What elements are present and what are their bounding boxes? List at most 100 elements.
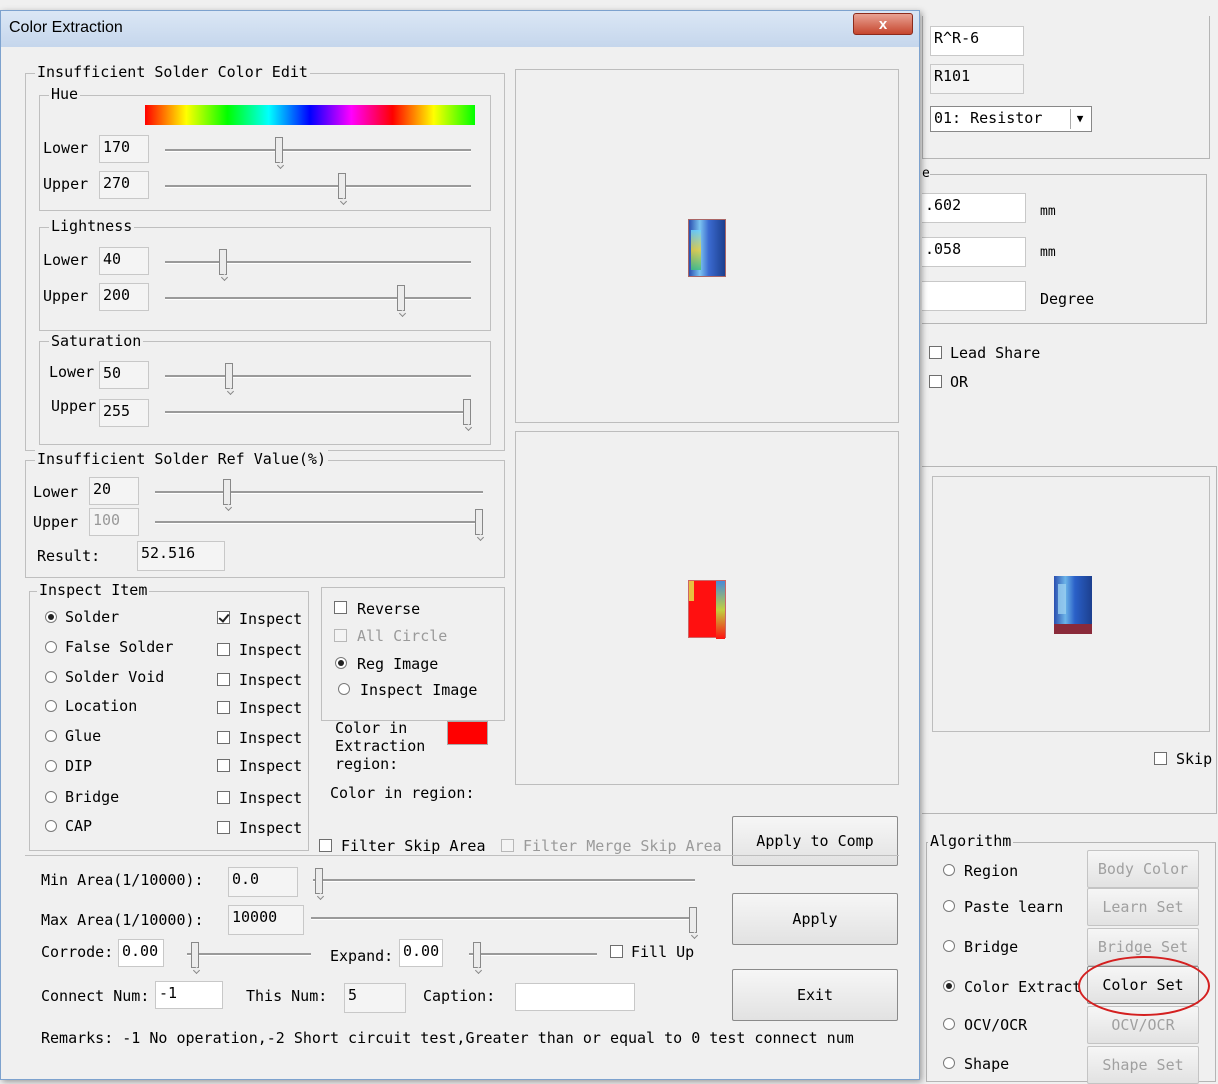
filter-skip-area-checkbox[interactable]: [319, 839, 332, 852]
exit-button[interactable]: Exit: [732, 969, 898, 1021]
ref-lower-slider-track[interactable]: [155, 491, 483, 494]
or-checkbox[interactable]: [929, 375, 942, 388]
corrode-slider-track[interactable]: [187, 953, 311, 956]
ref-upper-slider-track[interactable]: [155, 521, 483, 524]
lightness-lower-field[interactable]: 40: [99, 247, 149, 275]
max-area-slider-thumb[interactable]: [689, 907, 697, 933]
ref-upper-label: Upper: [33, 513, 79, 531]
lightness-upper-field[interactable]: 200: [99, 283, 149, 311]
corrode-slider-thumb[interactable]: [191, 942, 199, 968]
saturation-upper-slider-thumb[interactable]: [463, 399, 471, 425]
item-cap-radio[interactable]: [45, 820, 57, 832]
item-glue-radio[interactable]: [45, 730, 57, 742]
chevron-down-icon[interactable]: ▼: [1070, 109, 1089, 129]
ref-lower-field[interactable]: 20: [89, 477, 139, 505]
inspect-item-group: [29, 591, 309, 851]
reverse-checkbox[interactable]: [334, 601, 347, 614]
lightness-upper-slider-track[interactable]: [165, 297, 471, 300]
hue-upper-field[interactable]: 270: [99, 171, 149, 199]
saturation-upper-label: Upper: [51, 397, 97, 415]
angle-field[interactable]: [922, 281, 1026, 311]
item-bridge-radio[interactable]: [45, 791, 57, 803]
saturation-upper-field[interactable]: 255: [99, 399, 149, 427]
hue-lower-slider-thumb[interactable]: [275, 137, 284, 163]
item-bridge-inspect-checkbox[interactable]: [217, 791, 230, 804]
item-false-solder-radio[interactable]: [45, 641, 57, 653]
fill-up-checkbox[interactable]: [610, 945, 623, 958]
reg-image-radio[interactable]: [335, 657, 347, 669]
hue-lower-field[interactable]: 170: [99, 135, 149, 163]
item-solder-void-inspect-checkbox[interactable]: [217, 673, 230, 686]
component-type-select[interactable]: 01: Resistor ▼: [930, 106, 1092, 132]
skip-checkbox[interactable]: [1154, 752, 1167, 765]
extraction-color-swatch[interactable]: [447, 721, 488, 745]
dialog-titlebar[interactable]: Color Extraction x: [1, 11, 919, 47]
result-label: Result:: [37, 547, 101, 565]
inspect-image-radio[interactable]: [338, 683, 350, 695]
item-false-solder-inspect-checkbox[interactable]: [217, 643, 230, 656]
algo-bridge-radio[interactable]: [943, 940, 955, 952]
algo-paste-learn-radio[interactable]: [943, 900, 955, 912]
position-x-field[interactable]: .602: [922, 193, 1026, 223]
item-glue-inspect-checkbox[interactable]: [217, 731, 230, 744]
body-color-button[interactable]: Body Color: [1087, 850, 1199, 888]
expand-field[interactable]: 0.00: [399, 939, 443, 967]
close-button[interactable]: x: [853, 13, 913, 35]
hue-lower-slider-track[interactable]: [165, 149, 471, 152]
all-circle-checkbox[interactable]: [334, 629, 347, 642]
caption-field[interactable]: [515, 983, 635, 1011]
lightness-lower-slider-thumb[interactable]: [218, 249, 227, 275]
item-dip-inspect-checkbox[interactable]: [217, 759, 230, 772]
saturation-upper-slider-track[interactable]: [165, 411, 471, 414]
reg-image-label: Reg Image: [357, 655, 439, 673]
hue-upper-slider-thumb[interactable]: [337, 173, 346, 199]
saturation-lower-field[interactable]: 50: [99, 361, 149, 389]
hue-upper-slider-track[interactable]: [165, 185, 471, 188]
min-area-slider-track[interactable]: [313, 879, 695, 882]
algorithm-group-title: Algorithm: [928, 832, 1014, 850]
item-cap-inspect-label: Inspect: [239, 819, 303, 837]
expand-slider-thumb[interactable]: [473, 942, 481, 968]
algo-shape-radio[interactable]: [943, 1057, 955, 1069]
ref-lower-slider-thumb[interactable]: [223, 479, 231, 505]
component-ref-field[interactable]: R101: [930, 64, 1024, 94]
extraction-result-panel[interactable]: [515, 431, 899, 785]
lightness-lower-slider-track[interactable]: [165, 261, 471, 264]
expand-slider-track[interactable]: [469, 953, 597, 956]
item-solder-radio[interactable]: [45, 611, 57, 623]
lightness-upper-slider-thumb[interactable]: [397, 285, 406, 311]
algo-color-extract-radio[interactable]: [943, 980, 955, 992]
item-location-inspect-checkbox[interactable]: [217, 701, 230, 714]
shape-set-button[interactable]: Shape Set: [1087, 1046, 1199, 1084]
connect-num-field[interactable]: -1: [155, 981, 223, 1009]
color-in-region-label: Color in region:: [330, 784, 475, 802]
item-cap-inspect-checkbox[interactable]: [217, 821, 230, 834]
ref-upper-field[interactable]: 100: [89, 508, 139, 536]
max-area-slider-track[interactable]: [311, 917, 697, 920]
min-area-field[interactable]: 0.0: [228, 867, 298, 897]
item-solder-void-radio[interactable]: [45, 671, 57, 683]
apply-button[interactable]: Apply: [732, 893, 898, 945]
learn-set-button[interactable]: Learn Set: [1087, 888, 1199, 926]
ref-upper-slider-thumb[interactable]: [475, 509, 483, 535]
ref-value-group-title: Insufficient Solder Ref Value(%): [35, 450, 328, 468]
item-dip-radio[interactable]: [45, 760, 57, 772]
algo-paste-learn-label: Paste learn: [964, 898, 1064, 916]
reference-image-panel[interactable]: [515, 69, 899, 423]
saturation-lower-slider-thumb[interactable]: [224, 363, 233, 389]
position-y-field[interactable]: .058: [922, 237, 1026, 267]
max-area-field[interactable]: 10000: [228, 905, 304, 935]
min-area-slider-thumb[interactable]: [315, 868, 323, 894]
corrode-field[interactable]: 0.00: [118, 939, 164, 967]
filter-merge-skip-area-checkbox[interactable]: [501, 839, 514, 852]
min-area-label: Min Area(1/10000):: [41, 871, 204, 889]
item-solder-inspect-checkbox[interactable]: [217, 611, 230, 624]
item-location-radio[interactable]: [45, 700, 57, 712]
apply-to-comp-button[interactable]: Apply to Comp: [732, 816, 898, 866]
algo-region-radio[interactable]: [943, 864, 955, 876]
algo-ocv-ocr-radio[interactable]: [943, 1018, 955, 1030]
lead-share-checkbox[interactable]: [929, 346, 942, 359]
component-name-field[interactable]: R^R-6: [930, 26, 1024, 56]
saturation-lower-slider-track[interactable]: [165, 375, 471, 378]
bottom-section-divider: [25, 855, 899, 856]
